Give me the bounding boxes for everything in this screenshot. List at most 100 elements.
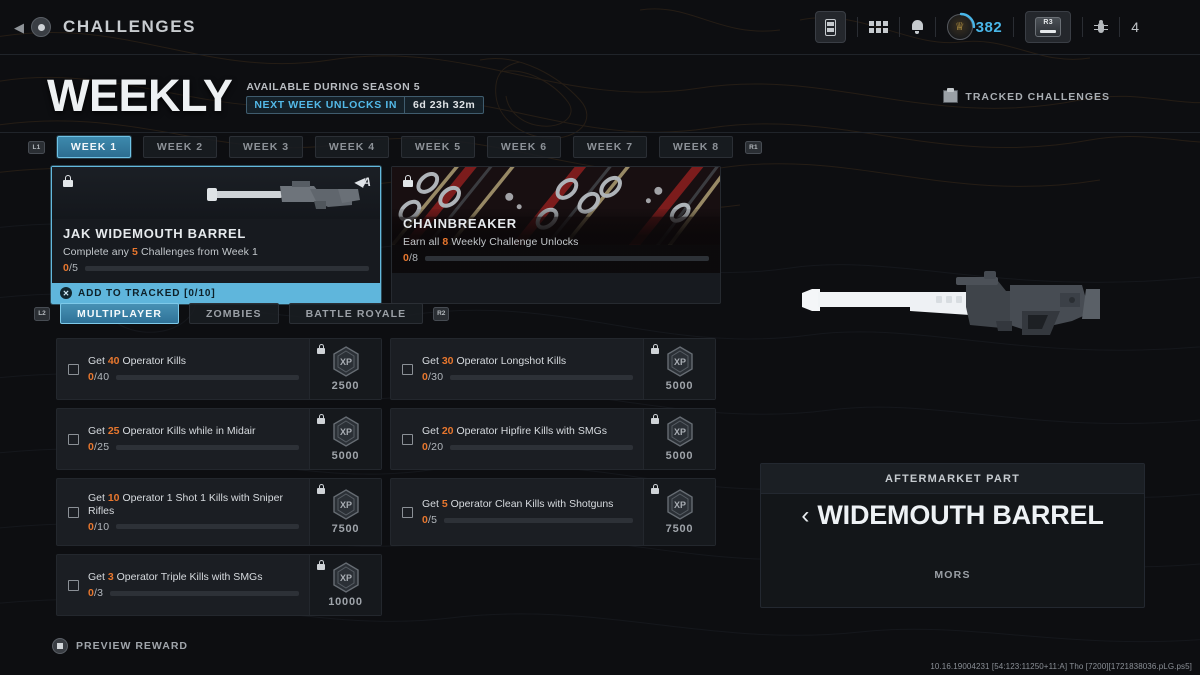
reward-card-description: Earn all 8 Weekly Challenge Unlocks (403, 236, 709, 248)
chevron-left-icon[interactable]: ‹ (801, 503, 809, 528)
detail-panel-weapon: MORS (934, 569, 971, 581)
challenge-title: Get 5 Operator Clean Kills with Shotguns (422, 498, 633, 511)
reward-card-chainbreaker[interactable]: CHAINBREAKER Earn all 8 Weekly Challenge… (391, 166, 721, 304)
challenge-row[interactable]: Get 30 Operator Longshot Kills 0/30 XP 5000 (390, 338, 716, 400)
progress-text: 0/5 (63, 262, 78, 274)
tab-zombies[interactable]: ZOMBIES (189, 303, 279, 324)
svg-text:XP: XP (673, 427, 685, 437)
challenge-row[interactable]: Get 5 Operator Clean Kills with Shotguns… (390, 478, 716, 546)
divider (0, 132, 1200, 133)
party-count[interactable]: 4 (1120, 10, 1150, 44)
challenge-number: 30 (441, 355, 454, 367)
party-count-value: 4 (1131, 19, 1139, 35)
tab-week-3[interactable]: WEEK 3 (229, 136, 303, 158)
challenge-checkbox[interactable] (68, 433, 79, 445)
challenge-prefix: Get (88, 491, 108, 504)
progress-bar (425, 255, 709, 261)
reward-card-art: ◀A (52, 167, 380, 219)
notifications-button[interactable] (900, 10, 935, 44)
challenge-progress: 0/20 (422, 441, 633, 453)
challenge-row[interactable]: Get 20 Operator Hipfire Kills with SMGs 0… (390, 408, 716, 470)
section-title: WEEKLY (47, 70, 233, 121)
battery-button[interactable] (804, 10, 857, 44)
challenge-main: Get 10 Operator 1 Shot 1 Kills with Snip… (57, 479, 309, 545)
unlock-timer-label: NEXT WEEK UNLOCKS IN (254, 99, 398, 111)
challenge-checkbox[interactable] (402, 506, 413, 518)
tab-week-1[interactable]: WEEK 1 (57, 136, 131, 158)
square-button-icon (52, 638, 68, 654)
tab-multiplayer[interactable]: MULTIPLAYER (60, 303, 180, 324)
detail-panel-kicker: AFTERMARKET PART (761, 464, 1144, 494)
progress-total: /20 (428, 441, 444, 453)
l1-bumper-icon[interactable]: L1 (28, 140, 45, 154)
challenge-checkbox[interactable] (68, 579, 79, 591)
challenge-suffix: Operator Hipfire Kills with SMGs (453, 425, 607, 437)
svg-text:XP: XP (339, 357, 351, 367)
r3-button[interactable]: R3 (1014, 10, 1082, 44)
svg-text:XP: XP (339, 500, 351, 510)
challenge-number: 20 (441, 425, 454, 437)
challenge-text: Get 5 Operator Clean Kills with Shotguns… (422, 498, 633, 526)
progress-bar (85, 265, 369, 271)
preview-reward-button[interactable]: PREVIEW REWARD (52, 638, 188, 654)
challenge-xp-value: 7500 (665, 523, 694, 535)
challenge-xp-value: 7500 (331, 523, 360, 535)
progress-text: 0/20 (422, 441, 443, 453)
r1-bumper-icon[interactable]: R1 (745, 140, 762, 154)
challenge-checkbox[interactable] (402, 433, 413, 445)
challenge-row[interactable]: Get 40 Operator Kills 0/40 XP 2500 (56, 338, 382, 400)
top-bar: ◀ CHALLENGES ♕ 382 R3 4 (0, 0, 1200, 54)
challenge-prefix: Get (422, 355, 442, 367)
tab-week-6[interactable]: WEEK 6 (487, 136, 561, 158)
detail-panel-name-row: ‹ WIDEMOUTH BARREL (761, 500, 1144, 531)
progress-total: /3 (94, 587, 104, 599)
challenge-suffix: Operator Clean Kills with Shotguns (447, 498, 614, 510)
challenge-xp-value: 5000 (665, 380, 694, 392)
challenge-title: Get 40 Operator Kills (88, 355, 299, 368)
header-zone: WEEKLY AVAILABLE DURING SEASON 5 NEXT WE… (0, 54, 1200, 132)
challenge-checkbox[interactable] (68, 506, 79, 518)
reward-card-body: CHAINBREAKER Earn all 8 Weekly Challenge… (392, 209, 720, 273)
l2-trigger-icon[interactable]: L2 (34, 306, 50, 321)
challenge-main: Get 3 Operator Triple Kills with SMGs 0/3 (57, 555, 309, 615)
reward-card-jak-widemouth-barrel[interactable]: ◀A JAK WIDEMOUTH BARREL Complete any 5 C… (51, 166, 381, 304)
circle-button-icon (31, 17, 51, 37)
lock-icon (317, 344, 325, 354)
challenge-xp-value: 5000 (665, 450, 694, 462)
tab-week-4[interactable]: WEEK 4 (315, 136, 389, 158)
progress-bar (450, 444, 633, 450)
bell-icon (911, 20, 924, 34)
grid-button[interactable] (858, 10, 899, 44)
add-to-tracked-button[interactable]: ✕ ADD TO TRACKED [0/10] (52, 283, 380, 303)
challenge-row[interactable]: Get 25 Operator Kills while in Midair 0/2… (56, 408, 382, 470)
r2-trigger-icon[interactable]: R2 (433, 306, 450, 321)
rank-display[interactable]: ♕ 382 (936, 10, 1014, 44)
tab-week-2[interactable]: WEEK 2 (143, 136, 217, 158)
xp-hex-icon: XP (666, 489, 694, 520)
challenge-number: 25 (107, 425, 120, 437)
tab-week-5[interactable]: WEEK 5 (401, 136, 475, 158)
challenge-row[interactable]: Get 3 Operator Triple Kills with SMGs 0/3… (56, 554, 382, 616)
back-button[interactable]: ◀ (14, 17, 51, 37)
challenge-checkbox[interactable] (68, 363, 79, 375)
add-to-tracked-label: ADD TO TRACKED [0/10] (78, 287, 216, 299)
hud-cluster: ♕ 382 R3 4 (804, 10, 1150, 44)
lock-icon (403, 175, 413, 187)
challenge-progress: 0/40 (88, 371, 299, 383)
challenge-prefix: Get (88, 571, 108, 583)
progress-total: /5 (69, 262, 79, 274)
progress-text: 0/3 (88, 587, 103, 599)
challenge-row[interactable]: Get 10 Operator 1 Shot 1 Kills with Snip… (56, 478, 382, 546)
weekly-header: WEEKLY AVAILABLE DURING SEASON 5 NEXT WE… (47, 70, 485, 121)
weapon-preview (760, 235, 1150, 395)
challenge-checkbox[interactable] (402, 363, 413, 375)
svg-text:XP: XP (673, 500, 685, 510)
progress-total: /8 (409, 252, 419, 264)
challenge-title: Get 30 Operator Longshot Kills (422, 355, 633, 368)
tab-battle-royale[interactable]: BATTLE ROYALE (288, 303, 424, 324)
tab-week-8[interactable]: WEEK 8 (659, 136, 733, 158)
xp-hex-icon: XP (666, 416, 694, 447)
bug-report-button[interactable] (1083, 10, 1119, 44)
challenge-title: Get 20 Operator Hipfire Kills with SMGs (422, 425, 633, 438)
tab-week-7[interactable]: WEEK 7 (573, 136, 647, 158)
